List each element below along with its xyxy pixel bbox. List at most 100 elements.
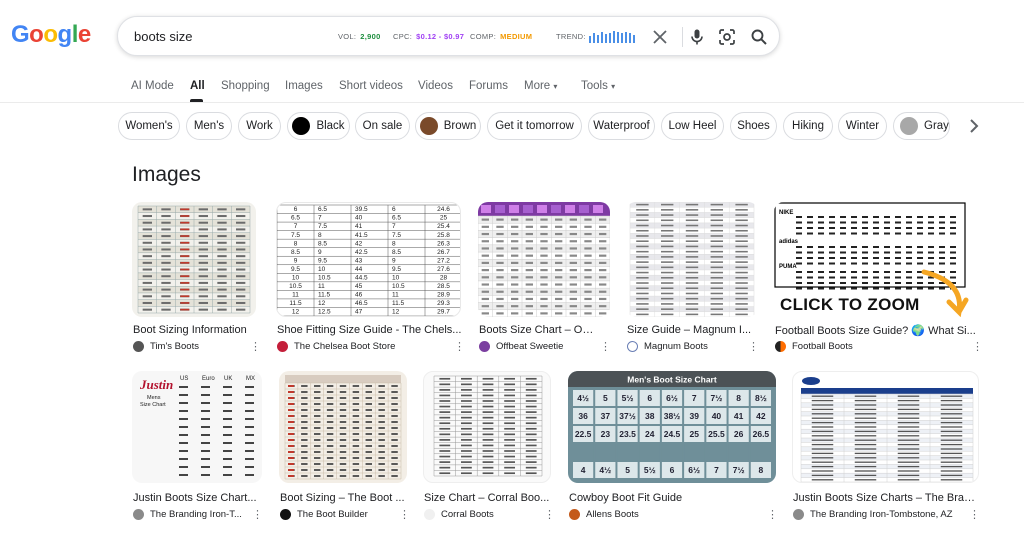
chip-womens[interactable]: Women's bbox=[118, 112, 180, 140]
chip-hiking[interactable]: Hiking bbox=[783, 112, 833, 140]
image-source[interactable]: Magnum Boots bbox=[627, 341, 747, 352]
chart-cell-mark bbox=[851, 282, 857, 284]
image-caption[interactable]: Justin Boots Size Chart... bbox=[133, 492, 261, 504]
chart-cell-mark bbox=[245, 466, 254, 468]
image-source[interactable]: The Branding Iron-Tombstone, AZ bbox=[793, 509, 963, 520]
more-options-icon[interactable]: ⋮ bbox=[748, 342, 759, 353]
chart-cell-mark bbox=[555, 297, 563, 301]
more-options-icon[interactable]: ⋮ bbox=[600, 342, 611, 353]
microphone-icon[interactable] bbox=[687, 27, 707, 47]
chip-brown[interactable]: Brown bbox=[415, 112, 481, 140]
image-thumbnail[interactable] bbox=[478, 202, 610, 317]
image-thumbnail[interactable]: NIKE adidas PUMA CLICK TO ZOOM bbox=[774, 202, 980, 317]
chip-shoes[interactable]: Shoes bbox=[730, 112, 777, 140]
image-thumbnail[interactable] bbox=[423, 371, 551, 483]
chip-work[interactable]: Work bbox=[238, 112, 281, 140]
more-options-icon[interactable]: ⋮ bbox=[767, 510, 778, 521]
image-caption[interactable]: Boot Sizing Information bbox=[133, 324, 263, 336]
chart-cell-mark bbox=[525, 305, 533, 308]
chart-cell-text: 6 bbox=[670, 465, 675, 475]
search-input[interactable]: boots size bbox=[134, 29, 193, 44]
image-source[interactable]: The Chelsea Boot Store bbox=[277, 341, 462, 352]
chip-mens[interactable]: Men's bbox=[186, 112, 232, 140]
tab-short-videos[interactable]: Short videos bbox=[339, 80, 403, 92]
chip-on-sale[interactable]: On sale bbox=[355, 112, 410, 140]
more-options-icon[interactable]: ⋮ bbox=[454, 342, 465, 353]
chart-cell-mark bbox=[829, 262, 835, 265]
chart-cell-mark bbox=[895, 227, 901, 229]
chip-waterproof[interactable]: Waterproof bbox=[588, 112, 655, 140]
more-options-icon[interactable]: ⋮ bbox=[969, 510, 980, 521]
chip-black[interactable]: Black bbox=[287, 112, 350, 140]
chart-cell-text: 39 bbox=[689, 411, 699, 421]
image-caption[interactable]: Size Chart – Corral Boo... bbox=[424, 492, 552, 504]
image-caption[interactable]: Boot Sizing – The Boot ... bbox=[280, 492, 408, 504]
tabs-divider bbox=[0, 102, 1024, 103]
image-thumbnail[interactable]: 6 6.5 39.5 6 24.6 6.5 7 40 6.5 25 7 7.5 41 7 25.4 7.5 8 4… bbox=[276, 202, 461, 317]
chart-cell-mark bbox=[636, 235, 649, 237]
search-box[interactable]: boots size VOL: 2,900 CPC: $0.12 - $0.97 C… bbox=[117, 16, 780, 56]
tab-all[interactable]: All bbox=[190, 80, 205, 92]
search-icon[interactable] bbox=[749, 27, 769, 47]
chip-low-heel[interactable]: Low Heel bbox=[661, 112, 724, 140]
chart-cell-mark bbox=[482, 461, 494, 463]
tab-shopping[interactable]: Shopping bbox=[221, 80, 270, 92]
chart-cell-mark bbox=[339, 409, 347, 411]
more-options-icon[interactable]: ⋮ bbox=[250, 342, 261, 353]
tab-tools[interactable]: Tools ▾ bbox=[581, 80, 615, 92]
chart-cell-text: 9 bbox=[318, 249, 322, 256]
tab-videos[interactable]: Videos bbox=[418, 80, 453, 92]
tab-ai-mode[interactable]: AI Mode bbox=[131, 80, 174, 92]
tab-forums[interactable]: Forums bbox=[469, 80, 508, 92]
chart-cell-mark bbox=[928, 246, 934, 248]
tab-images[interactable]: Images bbox=[285, 80, 323, 92]
more-options-icon[interactable]: ⋮ bbox=[544, 510, 555, 521]
image-source[interactable]: Football Boots bbox=[775, 341, 965, 352]
chart-cell-mark bbox=[661, 224, 674, 227]
chip-get-it-tomorrow[interactable]: Get it tomorrow bbox=[487, 112, 582, 140]
more-options-icon[interactable]: ⋮ bbox=[252, 510, 263, 521]
chart-cell-mark bbox=[873, 221, 879, 224]
chart-cell-mark bbox=[599, 261, 607, 264]
chart-cell-mark bbox=[807, 246, 813, 248]
chip-gray[interactable]: Gray bbox=[893, 112, 950, 140]
chart-cell-mark bbox=[236, 275, 246, 278]
chart-cell-mark bbox=[179, 474, 188, 476]
more-options-icon[interactable]: ⋮ bbox=[399, 510, 410, 521]
image-source[interactable]: The Branding Iron-T... bbox=[133, 509, 245, 520]
image-source[interactable]: Tim's Boots bbox=[133, 341, 253, 352]
image-caption[interactable]: Size Guide – Magnum I... bbox=[627, 324, 752, 336]
image-thumbnail[interactable]: Justin Mens Size Chart US Euro UK MX bbox=[132, 371, 262, 483]
chart-cell-text: 28.9 bbox=[437, 292, 450, 299]
image-source[interactable]: The Boot Builder bbox=[280, 509, 392, 520]
chart-cell-mark bbox=[288, 427, 294, 429]
chart-cell-mark bbox=[840, 251, 846, 254]
clear-icon[interactable] bbox=[650, 27, 670, 47]
chart-cell-mark bbox=[161, 235, 171, 238]
image-caption[interactable]: Cowboy Boot Fit Guide bbox=[569, 492, 769, 504]
image-source[interactable]: Allens Boots bbox=[569, 509, 759, 520]
google-logo[interactable]: Google bbox=[11, 21, 91, 49]
image-source[interactable]: Offbeat Sweetie bbox=[479, 341, 594, 352]
chart-cell-mark bbox=[439, 444, 451, 447]
image-thumbnail[interactable] bbox=[626, 202, 758, 317]
chart-cell-mark bbox=[636, 271, 649, 274]
chart-cell-text: 9.5 bbox=[291, 266, 300, 273]
more-options-icon[interactable]: ⋮ bbox=[972, 342, 983, 353]
image-caption[interactable]: Football Boots Size Guide? 🌍 What Si... bbox=[775, 324, 980, 337]
lens-camera-icon[interactable] bbox=[717, 27, 737, 47]
chart-cell-mark bbox=[636, 240, 649, 242]
tab-more[interactable]: More ▾ bbox=[524, 80, 557, 92]
image-caption[interactable]: Shoe Fitting Size Guide - The Chels... bbox=[277, 324, 462, 336]
image-thumbnail[interactable]: Men's Boot Size Chart 4½ 5 5½ 6 6½ 7 7½ 8 8½ 36 37 3… bbox=[568, 371, 776, 483]
image-thumbnail[interactable] bbox=[792, 371, 979, 483]
image-thumbnail[interactable] bbox=[279, 371, 407, 483]
image-caption[interactable]: Justin Boots Size Charts – The Bran... bbox=[793, 492, 978, 504]
chip-winter[interactable]: Winter bbox=[838, 112, 887, 140]
image-caption[interactable]: Boots Size Chart – Offb... bbox=[479, 324, 594, 336]
chart-cell-mark bbox=[897, 479, 920, 481]
image-thumbnail[interactable] bbox=[132, 202, 256, 317]
chevron-right-icon[interactable] bbox=[965, 116, 983, 136]
chart-cell-mark bbox=[504, 400, 515, 402]
image-source[interactable]: Corral Boots bbox=[424, 509, 536, 520]
